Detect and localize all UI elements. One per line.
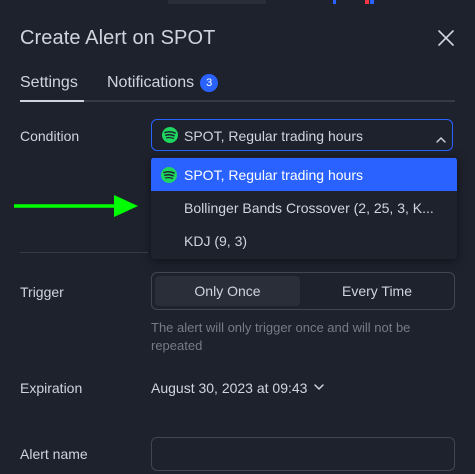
trigger-only-once-button[interactable]: Only Once [155, 276, 300, 306]
condition-option-label: SPOT, Regular trading hours [184, 167, 363, 183]
trigger-label: Trigger [20, 284, 64, 300]
condition-selected-value: SPOT, Regular trading hours [184, 128, 363, 144]
chevron-up-icon [435, 131, 447, 143]
notifications-count-badge: 3 [200, 74, 219, 92]
spotify-logo-icon [162, 127, 178, 143]
section-divider [20, 252, 148, 253]
trigger-hint-text: The alert will only trigger once and wil… [151, 320, 411, 353]
top-edge-segment [168, 0, 266, 4]
expiration-label: Expiration [20, 380, 83, 396]
condition-option-label: Bollinger Bands Crossover (2, 25, 3, K..… [184, 200, 434, 216]
condition-label: Condition [20, 128, 80, 144]
condition-option[interactable]: KDJ (9, 3) [151, 224, 457, 257]
alert-name-label: Alert name [20, 446, 88, 462]
condition-option-label: KDJ (9, 3) [184, 233, 248, 249]
tab-underline-track [20, 100, 455, 102]
trigger-toggle-group: Only Once Every Time [151, 272, 455, 310]
condition-dropdown-menu: SPOT, Regular trading hours Bollinger Ba… [151, 157, 457, 259]
tab-settings[interactable]: Settings [20, 74, 78, 92]
top-edge-marker [333, 0, 336, 4]
tab-active-indicator [20, 100, 84, 102]
alert-name-input[interactable] [151, 437, 455, 471]
condition-option[interactable]: Bollinger Bands Crossover (2, 25, 3, K..… [151, 191, 457, 224]
chevron-down-icon [313, 378, 325, 394]
condition-option[interactable]: SPOT, Regular trading hours [151, 158, 457, 191]
top-edge-marker [370, 0, 374, 4]
close-icon[interactable] [436, 28, 456, 48]
tab-notifications[interactable]: Notifications 3 [107, 74, 219, 92]
trigger-every-time-button[interactable]: Every Time [304, 276, 450, 306]
top-edge-marker [365, 0, 369, 4]
condition-select[interactable]: SPOT, Regular trading hours [151, 119, 453, 151]
expiration-picker[interactable]: August 30, 2023 at 09:43 [151, 378, 325, 396]
dialog-title: Create Alert on SPOT [20, 27, 216, 49]
tab-notifications-label: Notifications [107, 74, 195, 91]
right-arrow-icon [12, 194, 140, 223]
spotify-logo-icon [161, 167, 177, 183]
top-edge-strip [0, 0, 475, 4]
expiration-value: August 30, 2023 at 09:43 [151, 380, 308, 396]
